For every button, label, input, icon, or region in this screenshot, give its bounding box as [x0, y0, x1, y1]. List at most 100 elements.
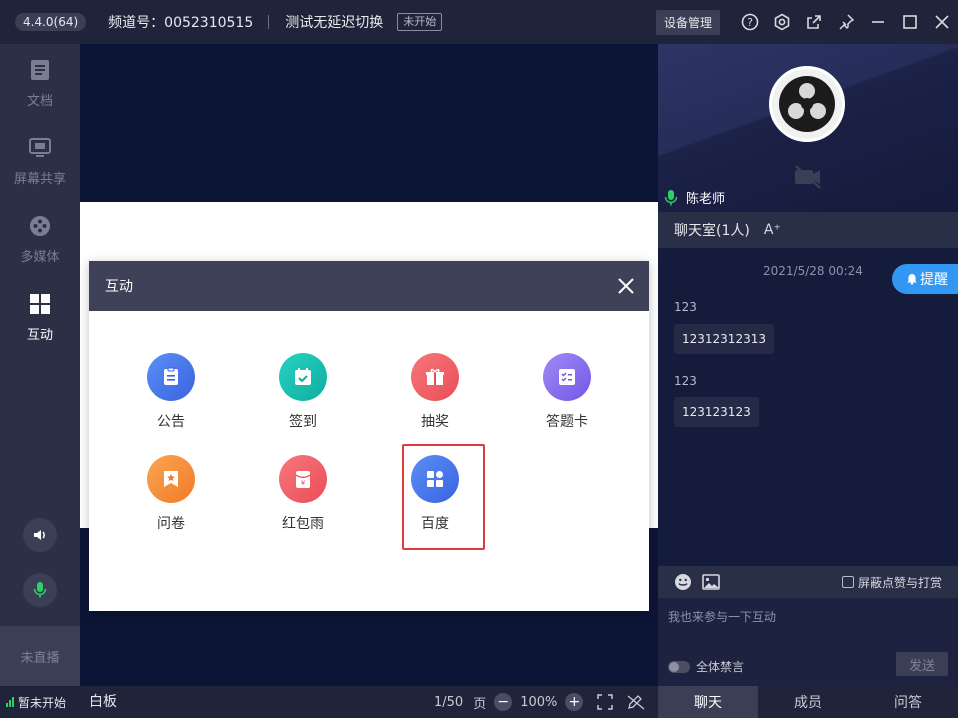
stream-status-label: 暂未开始: [18, 695, 67, 710]
page-controls: 1/50 页 − 100% +: [434, 686, 645, 718]
obs-logo-icon: [779, 76, 835, 132]
teacher-label: 陈老师: [686, 192, 726, 207]
dialog-header: 互动: [89, 261, 649, 311]
font-size-button[interactable]: A⁺: [764, 222, 781, 238]
sidebar-item-interaction[interactable]: 互动: [0, 278, 80, 356]
microphone-button[interactable]: [23, 573, 57, 607]
pen-off-icon[interactable]: [627, 694, 645, 710]
tool-label: 签到: [289, 414, 317, 430]
grid-icon: [30, 293, 50, 314]
shield-gifts-toggle[interactable]: 屏蔽点赞与打赏: [841, 566, 942, 598]
chat-input-placeholder: 我也来参与一下互动: [668, 610, 777, 624]
pin-icon[interactable]: [830, 6, 862, 38]
message-bubble: 12312312313: [674, 324, 774, 354]
window-controls: 设备管理 ?: [655, 0, 958, 44]
image-icon[interactable]: [702, 574, 720, 590]
tool-label: 答题卡: [546, 414, 588, 430]
divider: [268, 15, 270, 29]
highlight-outline: [402, 444, 485, 550]
sidebar-item-media[interactable]: 多媒体: [0, 200, 80, 278]
bell-icon: [907, 274, 917, 285]
zoom-in-button[interactable]: +: [565, 693, 584, 711]
svg-text:¥: ¥: [301, 479, 306, 487]
send-button[interactable]: 发送: [896, 652, 948, 676]
sidebar-item-label: 多媒体: [20, 249, 60, 265]
tab-members[interactable]: 成员: [758, 686, 858, 718]
zoom-level: 100%: [520, 694, 558, 710]
svg-text:?: ?: [747, 16, 753, 29]
tool-lottery[interactable]: 抽奖: [385, 353, 485, 443]
version-badge: 4.4.0(64): [15, 13, 87, 31]
red-packet-icon: ¥: [279, 455, 327, 503]
interaction-dialog: 互动 公告 签到 抽奖 答题卡 问卷 ¥ 红包雨 百度: [89, 261, 649, 611]
teacher-name: 陈老师: [664, 188, 725, 207]
tool-checkin[interactable]: 签到: [253, 353, 353, 443]
announcement-icon: [147, 353, 195, 401]
message-sender: 123: [674, 374, 697, 388]
chat-input-area[interactable]: 我也来参与一下互动 全体禁言 发送: [658, 598, 958, 686]
microphone-icon: [33, 582, 47, 598]
share-out-icon[interactable]: [798, 6, 830, 38]
tab-chat[interactable]: 聊天: [658, 686, 758, 718]
tool-label: 问卷: [157, 516, 185, 532]
chat-room-title: 聊天室(1人): [674, 223, 750, 239]
sidebar-item-label: 文档: [26, 93, 53, 109]
message-timestamp: 2021/5/28 00:24: [763, 264, 863, 278]
right-panel: 陈老师 聊天室(1人) A⁺ 2021/5/28 00:24 提醒 123 12…: [658, 44, 958, 686]
shield-checkbox[interactable]: [841, 576, 854, 588]
sidebar-item-label: 屏幕共享: [13, 171, 66, 187]
screen-share-icon: [29, 137, 51, 157]
tool-red-packet[interactable]: ¥ 红包雨: [253, 455, 353, 545]
fullscreen-icon[interactable]: [597, 694, 614, 710]
tab-qa[interactable]: 问答: [858, 686, 958, 718]
sidebar-item-screen-share[interactable]: 屏幕共享: [0, 122, 80, 200]
tool-questionnaire[interactable]: 问卷: [121, 455, 221, 545]
top-bar: 4.4.0(64) 频道号：0052310515 测试无延迟切换 未开始 设备管…: [0, 0, 958, 44]
message-sender: 123: [674, 300, 697, 314]
dialog-title: 互动: [105, 279, 133, 295]
checkin-icon: [279, 353, 327, 401]
mute-all-label: 全体禁言: [696, 660, 745, 674]
page-number: 1/50: [434, 694, 464, 710]
zoom-out-button[interactable]: −: [494, 693, 513, 711]
speaker-icon: [34, 530, 45, 540]
emoji-icon[interactable]: [674, 573, 692, 591]
left-sidebar: 文档 屏幕共享 多媒体 互动 未直播: [0, 44, 80, 686]
avatar: [769, 66, 845, 142]
sidebar-item-label: 互动: [26, 327, 53, 343]
channel-number: 频道号：0052310515: [108, 15, 254, 31]
chat-messages: 2021/5/28 00:24 提醒 123 12312312313 123 1…: [658, 248, 958, 566]
shield-label: 屏蔽点赞与打赏: [857, 575, 942, 590]
close-icon[interactable]: [926, 6, 958, 38]
minimize-icon[interactable]: [862, 6, 894, 38]
signal-icon: [6, 697, 15, 707]
sidebar-item-document[interactable]: 文档: [0, 44, 80, 122]
microphone-icon: [664, 189, 678, 205]
settings-icon[interactable]: [766, 6, 798, 38]
tool-announcement[interactable]: 公告: [121, 353, 221, 443]
whiteboard-label: 白板: [89, 694, 117, 710]
maximize-icon[interactable]: [894, 6, 926, 38]
room-title: 测试无延迟切换: [285, 15, 384, 31]
live-status: 未直播: [0, 626, 80, 686]
tool-label: 公告: [157, 414, 185, 430]
message-bubble: 123123123: [674, 397, 759, 427]
remind-button[interactable]: 提醒: [892, 264, 958, 294]
tool-answer-card[interactable]: 答题卡: [517, 353, 617, 443]
toggle-switch[interactable]: [668, 660, 690, 673]
speaker-button[interactable]: [23, 518, 57, 552]
help-icon[interactable]: ?: [734, 6, 766, 38]
chat-header: 聊天室(1人) A⁺: [658, 212, 958, 248]
media-icon: [30, 215, 50, 236]
stream-status: 暂未开始: [6, 686, 66, 718]
device-management-button[interactable]: 设备管理: [655, 9, 720, 35]
mute-all-toggle[interactable]: 全体禁言: [668, 658, 744, 675]
bottom-bar: 暂未开始 白板 1/50 页 − 100% + 聊天 成员 问答: [0, 686, 958, 718]
teacher-video: 陈老师: [658, 44, 958, 212]
tool-label: 红包雨: [282, 516, 324, 532]
lottery-icon: [411, 353, 459, 401]
camera-off-icon: [795, 165, 821, 189]
tool-label: 抽奖: [421, 414, 449, 430]
close-icon[interactable]: [613, 273, 639, 299]
answer-card-icon: [543, 353, 591, 401]
